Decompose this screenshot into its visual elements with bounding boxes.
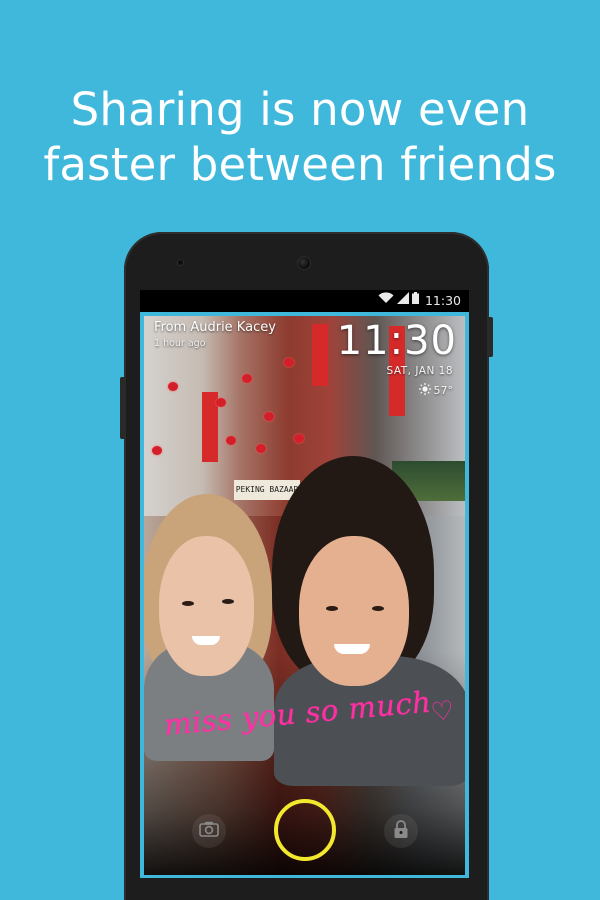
wifi-icon: [378, 292, 394, 308]
sun-icon: [418, 383, 431, 398]
photo-eye: [222, 599, 234, 604]
lockscreen-date: SAT, JAN 18: [386, 365, 453, 377]
shared-photo: PEKING BAZAAR: [144, 316, 465, 875]
phone-screen: 11:30 PEKING BAZAAR From Audrie Kacey 1 …: [140, 290, 469, 878]
photo-smile: [334, 644, 370, 654]
lockscreen-controls: [144, 794, 465, 875]
promo-headline: Sharing is now even faster between frien…: [0, 82, 600, 192]
photo-person-2-face: [299, 536, 409, 686]
photo-red-banner: [312, 324, 328, 386]
photo-eye: [372, 606, 384, 611]
camera-button[interactable]: [192, 814, 226, 848]
photo-lantern: [216, 398, 226, 407]
photo-lantern: [226, 436, 236, 445]
photo-person-1-face: [159, 536, 254, 676]
battery-icon: [411, 292, 419, 308]
headline-line-1: Sharing is now even: [70, 83, 530, 136]
shared-photo-frame: PEKING BAZAAR From Audrie Kacey 1 hour a…: [140, 312, 469, 878]
sent-time-ago: 1 hour ago: [154, 338, 206, 349]
heart-icon: ♡: [429, 695, 457, 729]
photo-lantern: [242, 374, 252, 383]
lockscreen-clock: 11:30: [336, 318, 457, 364]
volume-button: [120, 377, 126, 439]
photo-lantern: [256, 444, 266, 453]
photo-eye: [326, 606, 338, 611]
weather-widget: 57°: [418, 383, 454, 398]
lock-icon: [393, 819, 409, 843]
headline-line-2: faster between friends: [43, 138, 557, 191]
photo-lantern: [284, 358, 294, 367]
photo-eye: [182, 601, 194, 606]
temperature: 57°: [433, 384, 454, 397]
photo-lantern: [168, 382, 178, 391]
power-button: [487, 317, 493, 357]
camera-icon: [199, 821, 219, 841]
sender-name: From Audrie Kacey: [154, 320, 276, 335]
photo-lantern: [264, 412, 274, 421]
shutter-button[interactable]: [274, 799, 336, 861]
unlock-button[interactable]: [384, 814, 418, 848]
status-time: 11:30: [424, 292, 461, 308]
photo-lantern: [294, 434, 304, 443]
front-camera: [297, 256, 311, 270]
proximity-sensor: [177, 259, 184, 266]
phone-device: 11:30 PEKING BAZAAR From Audrie Kacey 1 …: [120, 232, 493, 900]
signal-icon: [396, 292, 409, 308]
status-bar: 11:30: [140, 290, 469, 310]
photo-lantern: [152, 446, 162, 455]
